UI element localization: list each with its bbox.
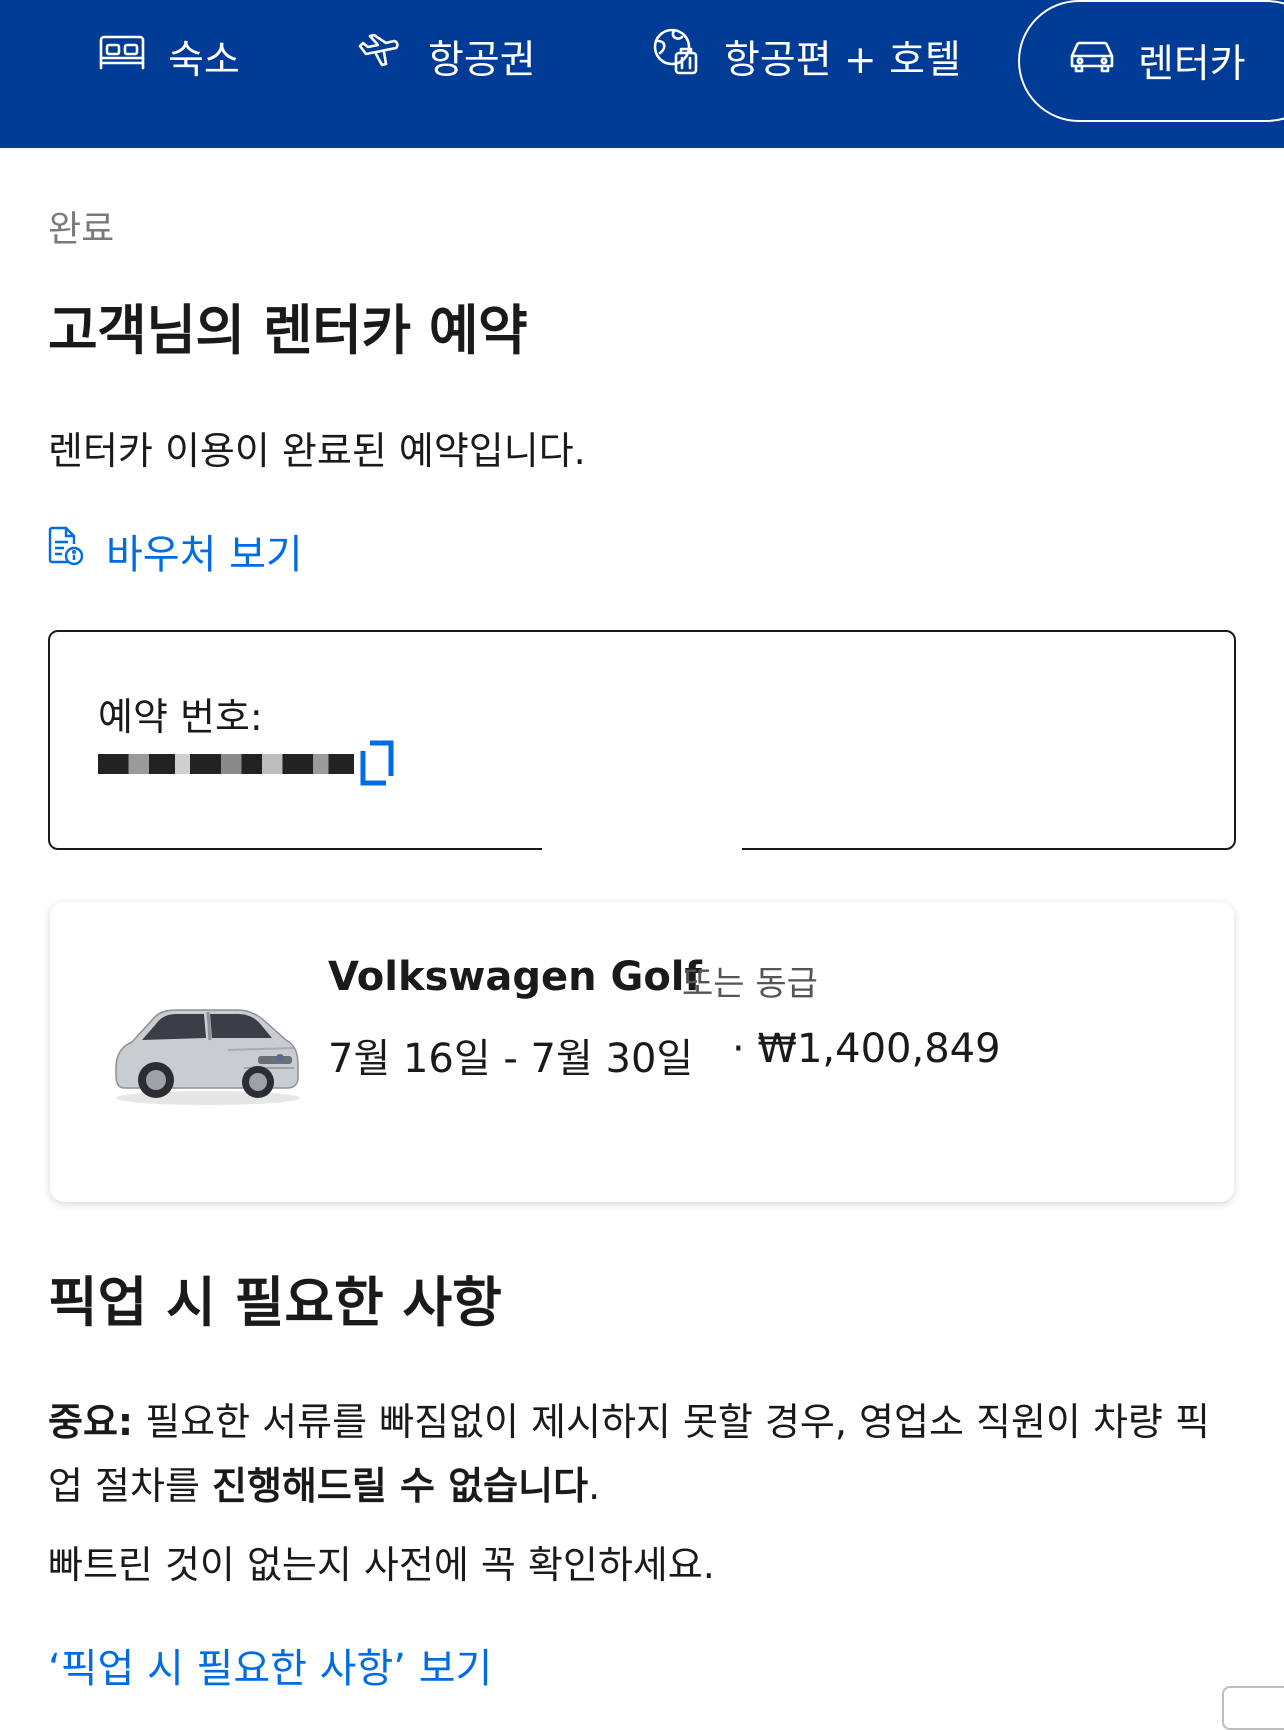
globe-luggage-icon — [652, 27, 702, 87]
important-label: 중요: — [48, 1400, 134, 1444]
top-navigation: 숙소 항공권 항공편 + 호텔 렌터카 — [0, 0, 1284, 148]
rental-dates: 7월 16일 - 7월 30일 — [328, 1036, 694, 1082]
airplane-icon — [356, 32, 406, 82]
rental-price: · ₩1,400,849 — [732, 1026, 1001, 1072]
car-image — [108, 998, 304, 1108]
reminder-text: 빠트린 것이 없는지 사전에 꼭 확인하세요. — [48, 1543, 715, 1587]
booking-number-label: 예약 번호: — [98, 695, 263, 739]
copy-icon[interactable] — [358, 740, 396, 786]
car-booking-card[interactable]: Volkswagen Golf 또는 동급 7월 16일 - 7월 30일 · … — [50, 902, 1234, 1202]
status-message: 렌터카 이용이 완료된 예약입니다. — [48, 429, 586, 473]
bed-icon — [98, 32, 146, 82]
nav-tab-label: 숙소 — [168, 38, 240, 83]
document-info-icon — [46, 526, 84, 576]
redaction-pixelation — [98, 754, 354, 774]
section-title-pickup-requirements: 픽업 시 필요한 사항 — [48, 1271, 502, 1334]
nav-tab-stays[interactable]: 숙소 — [98, 0, 240, 114]
nav-tab-flight-hotel[interactable]: 항공편 + 호텔 — [652, 0, 961, 114]
car-icon — [1068, 38, 1116, 84]
notice-emphasis: 진행해드릴 수 없습니다 — [212, 1464, 589, 1508]
booking-number-redacted — [98, 742, 354, 786]
important-notice: 중요: 필요한 서류를 빠짐없이 제시하지 못할 경우, 영업소 직원이 차량 … — [48, 1390, 1228, 1518]
view-voucher-label: 바우처 보기 — [106, 532, 303, 578]
view-pickup-requirements-link[interactable]: ‘픽업 시 필요한 사항’ 보기 — [48, 1636, 492, 1694]
notice-text-end: . — [588, 1464, 601, 1508]
car-model-name: Volkswagen Golf — [328, 954, 702, 1000]
page-title: 고객님의 렌터카 예약 — [48, 299, 528, 362]
nav-tab-label: 항공권 — [428, 38, 536, 83]
car-or-similar: 또는 동급 — [682, 964, 818, 1004]
floating-button-partial[interactable] — [1222, 1686, 1284, 1730]
breadcrumb: 완료 — [48, 209, 115, 250]
nav-tab-label: 렌터카 — [1138, 42, 1246, 87]
nav-tab-label: 항공편 + 호텔 — [724, 38, 961, 83]
view-voucher-link[interactable]: 바우처 보기 — [46, 522, 303, 580]
divider-gap — [542, 842, 742, 898]
nav-tab-car-rental[interactable]: 렌터카 — [1018, 0, 1284, 122]
nav-tab-flights[interactable]: 항공권 — [356, 0, 536, 114]
booking-number-box: 예약 번호: — [48, 630, 1236, 850]
